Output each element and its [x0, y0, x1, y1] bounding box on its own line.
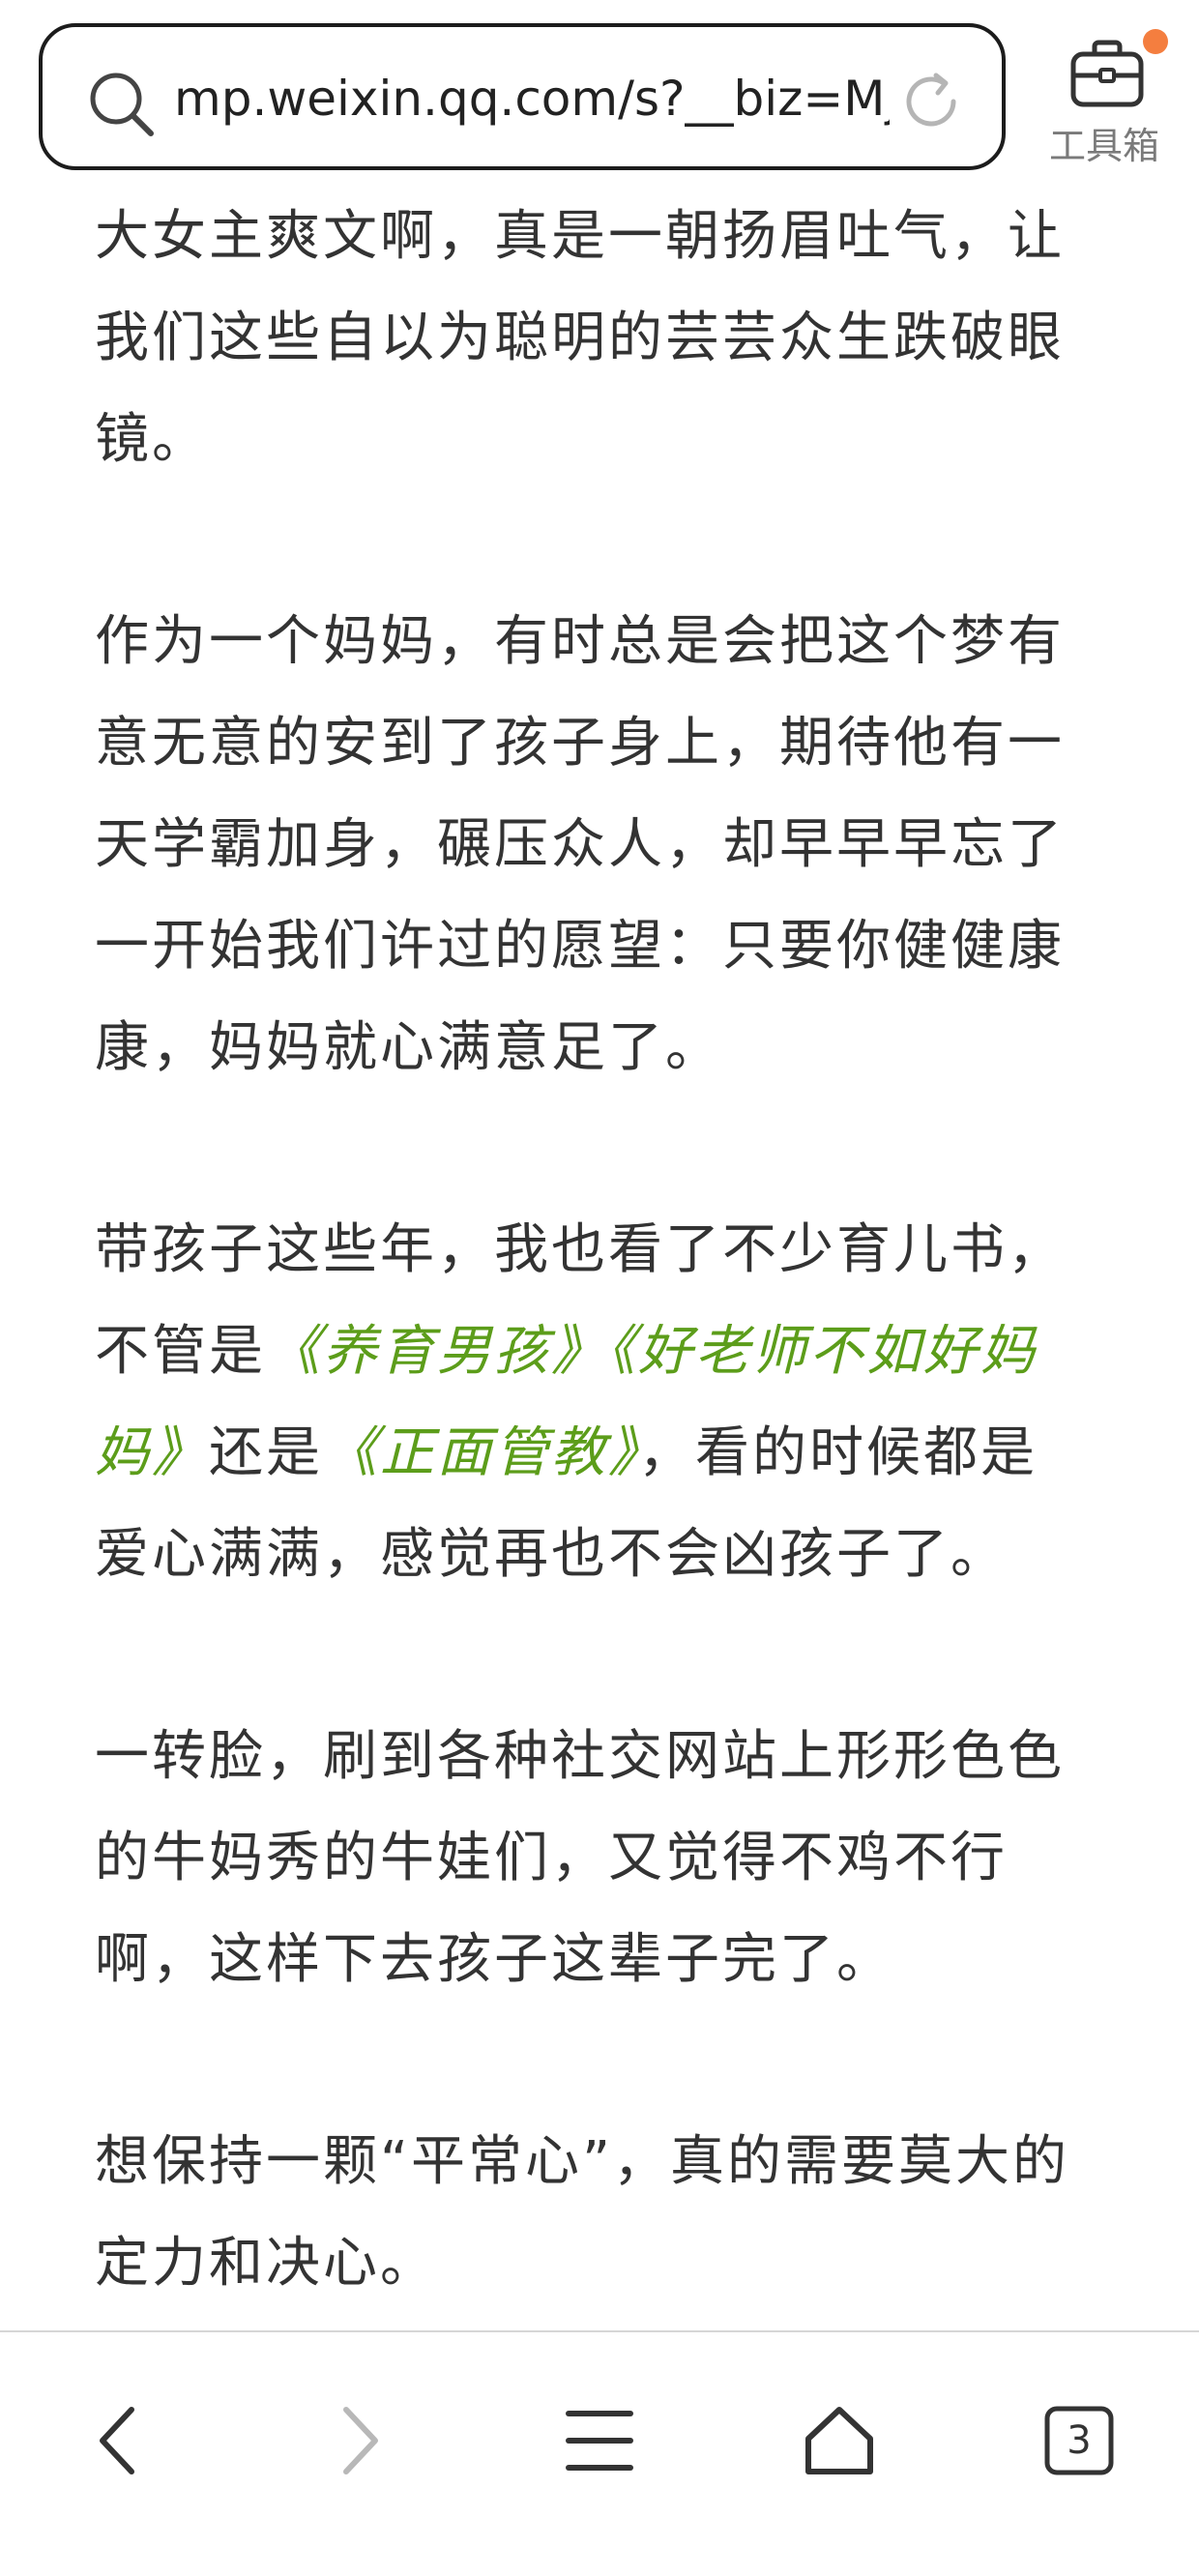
forward-icon: [343, 2407, 378, 2474]
back-icon: [100, 2407, 134, 2474]
forward-button[interactable]: [311, 2392, 408, 2489]
book-title-link[interactable]: 《正面管教》: [323, 1421, 638, 1484]
article-content: 大女主爽文啊，真是一朝扬眉吐气，让我们这些自以为聪明的芸芸众生跌破眼镜。 作为一…: [95, 186, 1081, 2415]
menu-icon: [566, 2411, 633, 2471]
tab-count: 3: [1067, 2418, 1092, 2463]
search-icon: [90, 73, 154, 136]
reload-icon[interactable]: [897, 68, 965, 135]
back-button[interactable]: [70, 2392, 166, 2489]
toolbox-button[interactable]: 工具箱: [1037, 27, 1172, 172]
paragraph-text: 还是: [209, 1421, 323, 1484]
article-paragraph: 作为一个妈妈，有时总是会把这个梦有意无意的安到了孩子身上，期待他有一天学霸加身，…: [95, 610, 1065, 1079]
article-paragraph: 一转脸，刷到各种社交网站上形形色色的牛妈秀的牛娃们，又觉得不鸡不行啊，这样下去孩…: [95, 1725, 1065, 1991]
article-paragraph: 想保持一颗“平常心”，真的需要莫大的定力和决心。: [95, 2130, 1070, 2295]
toolbox-label: 工具箱: [1048, 125, 1159, 167]
article-paragraph: 带孩子这些年，我也看了不少育儿书，不管是《养育男孩》《好老师不如好妈妈》还是《正…: [95, 1199, 1081, 1605]
home-icon: [805, 2407, 873, 2474]
toolbox-icon: [1070, 40, 1144, 107]
tabs-button[interactable]: 3: [1031, 2392, 1127, 2489]
home-button[interactable]: [791, 2392, 888, 2489]
url-text[interactable]: mp.weixin.qq.com/s?__biz=Mj…: [174, 64, 890, 133]
notification-dot: [1143, 29, 1168, 54]
article-paragraph: 大女主爽文啊，真是一朝扬眉吐气，让我们这些自以为聪明的芸芸众生跌破眼镜。: [95, 205, 1065, 471]
browser-top-bar: mp.weixin.qq.com/s?__biz=Mj… 工具箱: [0, 0, 1199, 193]
browser-bottom-bar: 3: [0, 2330, 1199, 2576]
address-bar[interactable]: mp.weixin.qq.com/s?__biz=Mj…: [39, 23, 1006, 170]
menu-button[interactable]: [551, 2392, 648, 2489]
